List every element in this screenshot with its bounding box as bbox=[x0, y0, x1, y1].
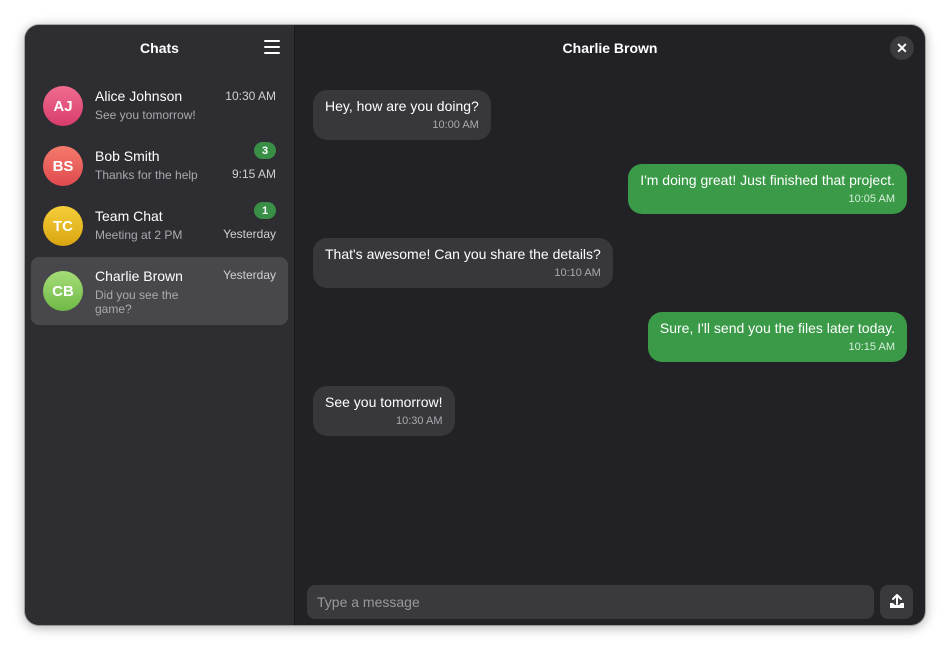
avatar: TC bbox=[43, 206, 83, 246]
chat-name: Bob Smith bbox=[95, 148, 160, 164]
avatar: CB bbox=[43, 271, 83, 311]
close-icon[interactable]: ✕ bbox=[890, 36, 914, 60]
unread-badge: 3 bbox=[254, 142, 276, 159]
sidebar-title: Chats bbox=[140, 40, 179, 56]
avatar: BS bbox=[43, 146, 83, 186]
chat-time: 9:15 AM bbox=[231, 167, 276, 181]
conversation-title: Charlie Brown bbox=[562, 40, 658, 56]
chat-preview: Meeting at 2 PM bbox=[95, 228, 183, 242]
message-incoming: See you tomorrow! 10:30 AM bbox=[313, 386, 455, 436]
message-text: Hey, how are you doing? bbox=[325, 98, 479, 114]
message-text: That's awesome! Can you share the detail… bbox=[325, 246, 601, 262]
chat-name: Team Chat bbox=[95, 208, 163, 224]
chat-name: Alice Johnson bbox=[95, 88, 183, 104]
sidebar-header: Chats bbox=[25, 25, 294, 71]
message-outgoing: I'm doing great! Just finished that proj… bbox=[628, 164, 907, 214]
conversation-header: Charlie Brown ✕ bbox=[295, 25, 925, 71]
message-incoming: Hey, how are you doing? 10:00 AM bbox=[313, 90, 491, 140]
message-text: I'm doing great! Just finished that proj… bbox=[640, 172, 895, 188]
chat-name: Charlie Brown bbox=[95, 268, 183, 284]
message-time: 10:00 AM bbox=[432, 119, 479, 131]
message-time: 10:15 AM bbox=[848, 341, 895, 353]
composer bbox=[307, 585, 913, 619]
chat-preview: See you tomorrow! bbox=[95, 108, 196, 122]
chat-time: 10:30 AM bbox=[225, 89, 276, 103]
chat-item-alice-johnson[interactable]: AJ Alice Johnson See you tomorrow! 10:30… bbox=[31, 77, 288, 137]
chat-time: Yesterday bbox=[223, 268, 276, 282]
chat-time: Yesterday bbox=[223, 227, 276, 241]
conversation-pane: Charlie Brown ✕ Hey, how are you doing? … bbox=[295, 25, 925, 625]
chat-preview: Thanks for the help bbox=[95, 168, 198, 182]
chat-preview: Did you see the game? bbox=[95, 288, 179, 316]
message-text: See you tomorrow! bbox=[325, 394, 443, 410]
message-input[interactable] bbox=[307, 585, 874, 619]
avatar: AJ bbox=[43, 86, 83, 126]
chat-item-team-chat[interactable]: TC Team Chat Meeting at 2 PM 1 Yesterday bbox=[31, 197, 288, 257]
hamburger-menu-icon[interactable] bbox=[264, 40, 280, 54]
sidebar: Chats AJ Alice Johnson See you tomorrow!… bbox=[25, 25, 295, 625]
message-time: 10:30 AM bbox=[396, 415, 443, 427]
message-time: 10:10 AM bbox=[554, 267, 601, 279]
chat-item-bob-smith[interactable]: BS Bob Smith Thanks for the help 3 9:15 … bbox=[31, 137, 288, 197]
chat-list: AJ Alice Johnson See you tomorrow! 10:30… bbox=[31, 77, 288, 325]
chat-window: Chats AJ Alice Johnson See you tomorrow!… bbox=[25, 25, 925, 625]
message-incoming: That's awesome! Can you share the detail… bbox=[313, 238, 613, 288]
message-outgoing: Sure, I'll send you the files later toda… bbox=[647, 312, 907, 362]
chat-item-charlie-brown[interactable]: CB Charlie Brown Did you see the game? Y… bbox=[31, 257, 288, 325]
send-icon[interactable] bbox=[880, 585, 913, 619]
message-time: 10:05 AM bbox=[848, 193, 895, 205]
unread-badge: 1 bbox=[254, 202, 276, 219]
message-text: Sure, I'll send you the files later toda… bbox=[659, 320, 895, 336]
